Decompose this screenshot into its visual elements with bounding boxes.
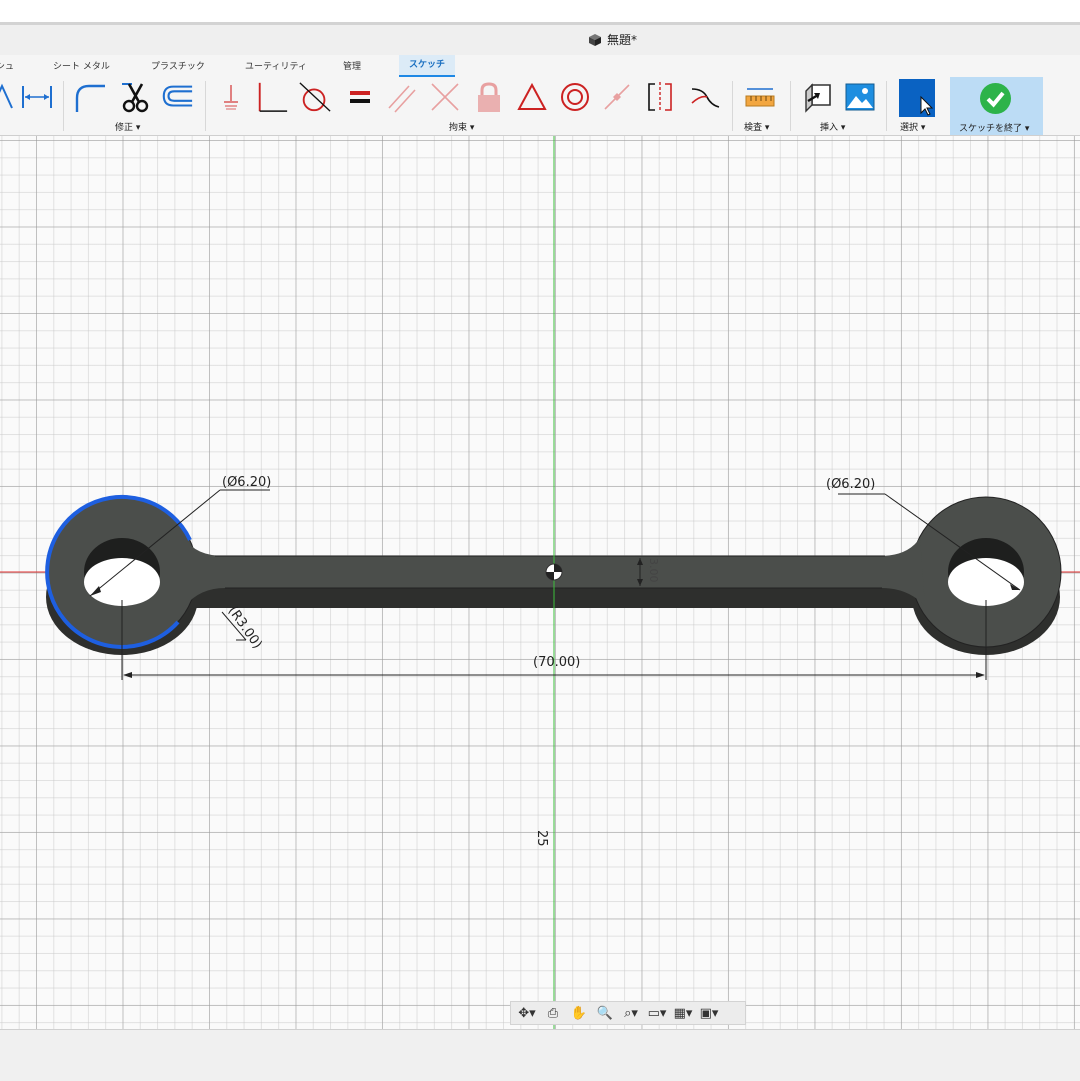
equal-icon[interactable] (343, 79, 377, 115)
measure-icon[interactable] (743, 79, 777, 115)
tangent-icon[interactable] (298, 79, 332, 115)
tab-manage[interactable]: 管理 (343, 59, 361, 72)
insert-group-label[interactable]: 挿入 ▾ (820, 120, 845, 133)
image-icon[interactable] (843, 79, 877, 115)
tab-sketch[interactable]: スケッチ (399, 55, 456, 78)
sketch-drawing[interactable]: (Ø6.20) (Ø6.20) (R3.00) 3.00 (70.00) 25 (0, 136, 1080, 1029)
pan-icon[interactable]: ✋ (567, 1003, 591, 1023)
parallel-icon[interactable] (385, 79, 419, 115)
select-icon[interactable] (899, 79, 935, 117)
tab-utility[interactable]: ユーティリティ (245, 59, 307, 72)
horizontal-dimension-icon[interactable] (20, 79, 54, 115)
finish-sketch-button[interactable]: スケッチを終了 ▾ (950, 77, 1043, 135)
lock-icon[interactable] (472, 79, 506, 115)
dimension-icon[interactable] (0, 79, 20, 115)
viewports-icon[interactable]: ▣▾ (697, 1003, 721, 1023)
ribbon-separator (63, 81, 64, 131)
select-group-label[interactable]: 選択 ▾ (900, 120, 925, 133)
checkmark-icon (980, 83, 1011, 114)
document-title: 無題* (588, 31, 637, 48)
ribbon-separator (732, 81, 733, 131)
symmetry-icon[interactable] (643, 79, 677, 115)
thickness-dimension[interactable]: 3.00 (637, 558, 660, 586)
vertical-dimension-label[interactable]: 25 (534, 830, 549, 847)
left-diameter-label: (Ø6.20) (222, 475, 271, 490)
right-diameter-label: (Ø6.20) (826, 477, 875, 492)
constraints-group-label[interactable]: 拘束 ▾ (449, 120, 474, 133)
document-title-text: 無題* (607, 33, 638, 47)
tab-sheet-metal[interactable]: シート メタル (53, 59, 110, 72)
thickness-label: 3.00 (647, 558, 660, 583)
perpendicular-constraint-icon[interactable] (428, 79, 462, 115)
fit-icon[interactable]: ⌕▾ (619, 1003, 643, 1023)
radius-dimension[interactable]: (R3.00) (221, 604, 265, 652)
fillet-icon[interactable] (73, 79, 107, 115)
ribbon-toolbar: 修正 ▾ 拘束 ▾ 検査 ▾ 挿入 ▾ 選択 ▾ スケッチを終了 ▾ (0, 77, 1080, 136)
display-icon[interactable]: ▭▾ (645, 1003, 669, 1023)
document-cube-icon (589, 33, 601, 46)
modify-group-label[interactable]: 修正 ▾ (115, 120, 140, 133)
title-bar: 無題* (0, 25, 1080, 55)
orbit-icon[interactable]: ✥▾ (515, 1003, 539, 1023)
sketch-canvas[interactable]: (Ø6.20) (Ø6.20) (R3.00) 3.00 (70.00) 25 (0, 136, 1080, 1029)
origin-point[interactable] (545, 563, 563, 581)
ribbon-tabs: シュ シート メタル プラスチック ユーティリティ 管理 スケッチ (0, 55, 1080, 78)
concentric-icon[interactable] (558, 79, 592, 115)
tab-mesh[interactable]: シュ (0, 59, 14, 72)
grid-icon[interactable]: ▦▾ (671, 1003, 695, 1023)
length-label: (70.00) (533, 655, 580, 670)
triangle-icon[interactable] (515, 79, 549, 115)
navigation-bar: ✥▾ ⎙ ✋ 🔍 ⌕▾ ▭▾ ▦▾ ▣▾ (510, 1001, 746, 1025)
top-strip (0, 0, 1080, 25)
ribbon-separator (790, 81, 791, 131)
perpendicular-icon[interactable] (255, 79, 289, 115)
status-bar (0, 1029, 1080, 1081)
offset-icon[interactable] (160, 79, 194, 115)
finish-sketch-label: スケッチを終了 ▾ (959, 124, 1030, 134)
ribbon-separator (886, 81, 887, 131)
ribbon-separator (205, 81, 206, 131)
curvature-icon[interactable] (688, 79, 722, 115)
insert-icon[interactable] (801, 79, 835, 115)
midpoint-icon[interactable] (600, 79, 634, 115)
zoom-icon[interactable]: 🔍 (593, 1003, 617, 1023)
fix-icon[interactable] (214, 79, 248, 115)
radius-label: (R3.00) (225, 604, 265, 652)
trim-icon[interactable] (118, 79, 152, 115)
inspect-group-label[interactable]: 検査 ▾ (744, 120, 769, 133)
tab-plastic[interactable]: プラスチック (151, 59, 205, 72)
look-at-icon[interactable]: ⎙ (541, 1003, 565, 1023)
